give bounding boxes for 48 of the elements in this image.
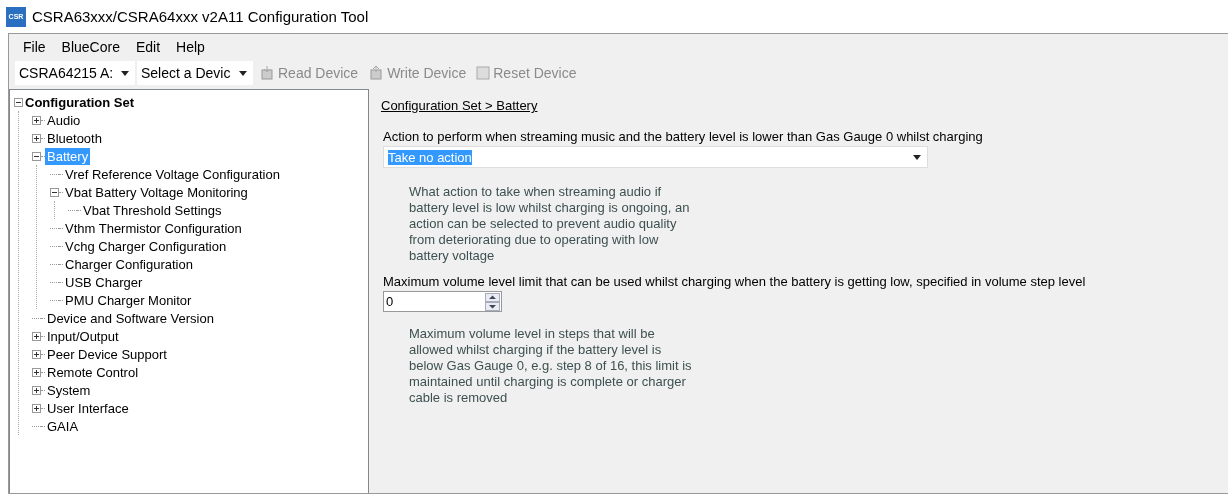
caret-icon	[239, 70, 247, 76]
expand-icon[interactable]	[32, 115, 41, 125]
menu-item[interactable]: File	[17, 37, 52, 57]
collapse-icon[interactable]	[14, 97, 23, 107]
tree-item[interactable]: Vref Reference Voltage Configuration	[63, 165, 282, 183]
spinner-value: 0	[386, 294, 394, 309]
menu-item[interactable]: Edit	[129, 37, 167, 57]
menu-item[interactable]: Help	[170, 37, 211, 57]
tree-item[interactable]: Configuration Set	[23, 93, 137, 111]
volume-spinner[interactable]: 0	[383, 291, 502, 312]
spin-buttons-icon[interactable]	[485, 292, 500, 311]
toolbar-combo[interactable]: CSRA64215 A:	[15, 61, 135, 85]
dropdown-arrow-icon	[913, 154, 921, 160]
expand-icon[interactable]	[32, 367, 41, 377]
tree-item[interactable]: System	[45, 381, 93, 399]
tree-item[interactable]: GAIA	[45, 417, 81, 435]
collapse-icon[interactable]	[32, 151, 41, 161]
tree-item[interactable]: Peer Device Support	[45, 345, 169, 363]
tree-item[interactable]: USB Charger	[63, 273, 145, 291]
tree-item[interactable]: Charger Configuration	[63, 255, 195, 273]
expand-icon[interactable]	[32, 133, 41, 143]
collapse-icon[interactable]	[50, 187, 59, 197]
setting-label: Maximum volume level limit that can be used whilst charging when the battery is getting low, specified in volume step level	[383, 274, 1087, 289]
menu-item[interactable]: BlueCore	[55, 37, 126, 57]
expand-icon[interactable]	[32, 403, 41, 413]
tree-item[interactable]: User Interface	[45, 399, 131, 417]
reset-icon	[476, 66, 491, 80]
tree-item[interactable]: Input/Output	[45, 327, 121, 345]
tree-item[interactable]: PMU Charger Monitor	[63, 291, 194, 309]
caret-icon	[121, 70, 129, 76]
expand-icon[interactable]	[32, 349, 41, 359]
toolbar-combo[interactable]: Select a Devic	[137, 61, 253, 85]
tree-item[interactable]: Bluetooth	[45, 129, 104, 147]
setting-description: Maximum volume level in steps that will be allowed whilst charging if the battery level is below Gas Gauge 0, e.g. step 8 of 16, this limit is maintained until charging is complete or charger cable is removed	[409, 326, 693, 406]
breadcrumb: Configuration Set > Battery	[381, 98, 538, 113]
tree-item[interactable]: Vbat Battery Voltage Monitoring	[63, 183, 250, 201]
tree-item[interactable]: Vbat Threshold Settings	[81, 201, 224, 219]
tree-item[interactable]: Audio	[45, 111, 83, 129]
expand-icon[interactable]	[32, 331, 41, 341]
dropdown-value: Take no action	[388, 149, 472, 165]
setting-description: What action to take when streaming audio if battery level is low whilst charging is ongoing, an action can be selected to prevent audio quality from deteriorating due to operating with low battery voltage	[409, 184, 691, 264]
tree-item[interactable]: Vthm Thermistor Configuration	[63, 219, 244, 237]
tree-item[interactable]: Vchg Charger Configuration	[63, 237, 229, 255]
tree-item[interactable]: Device and Software Version	[45, 309, 216, 327]
tree-item[interactable]: Remote Control	[45, 363, 141, 381]
expand-icon[interactable]	[32, 385, 41, 395]
window-title: CSRA63xxx/CSRA64xxx v2A11 Configuration Tool	[32, 8, 369, 25]
setting-label: Action to perform when streaming music and the battery level is lower than Gas Gauge 0 whilst charging	[383, 129, 984, 144]
